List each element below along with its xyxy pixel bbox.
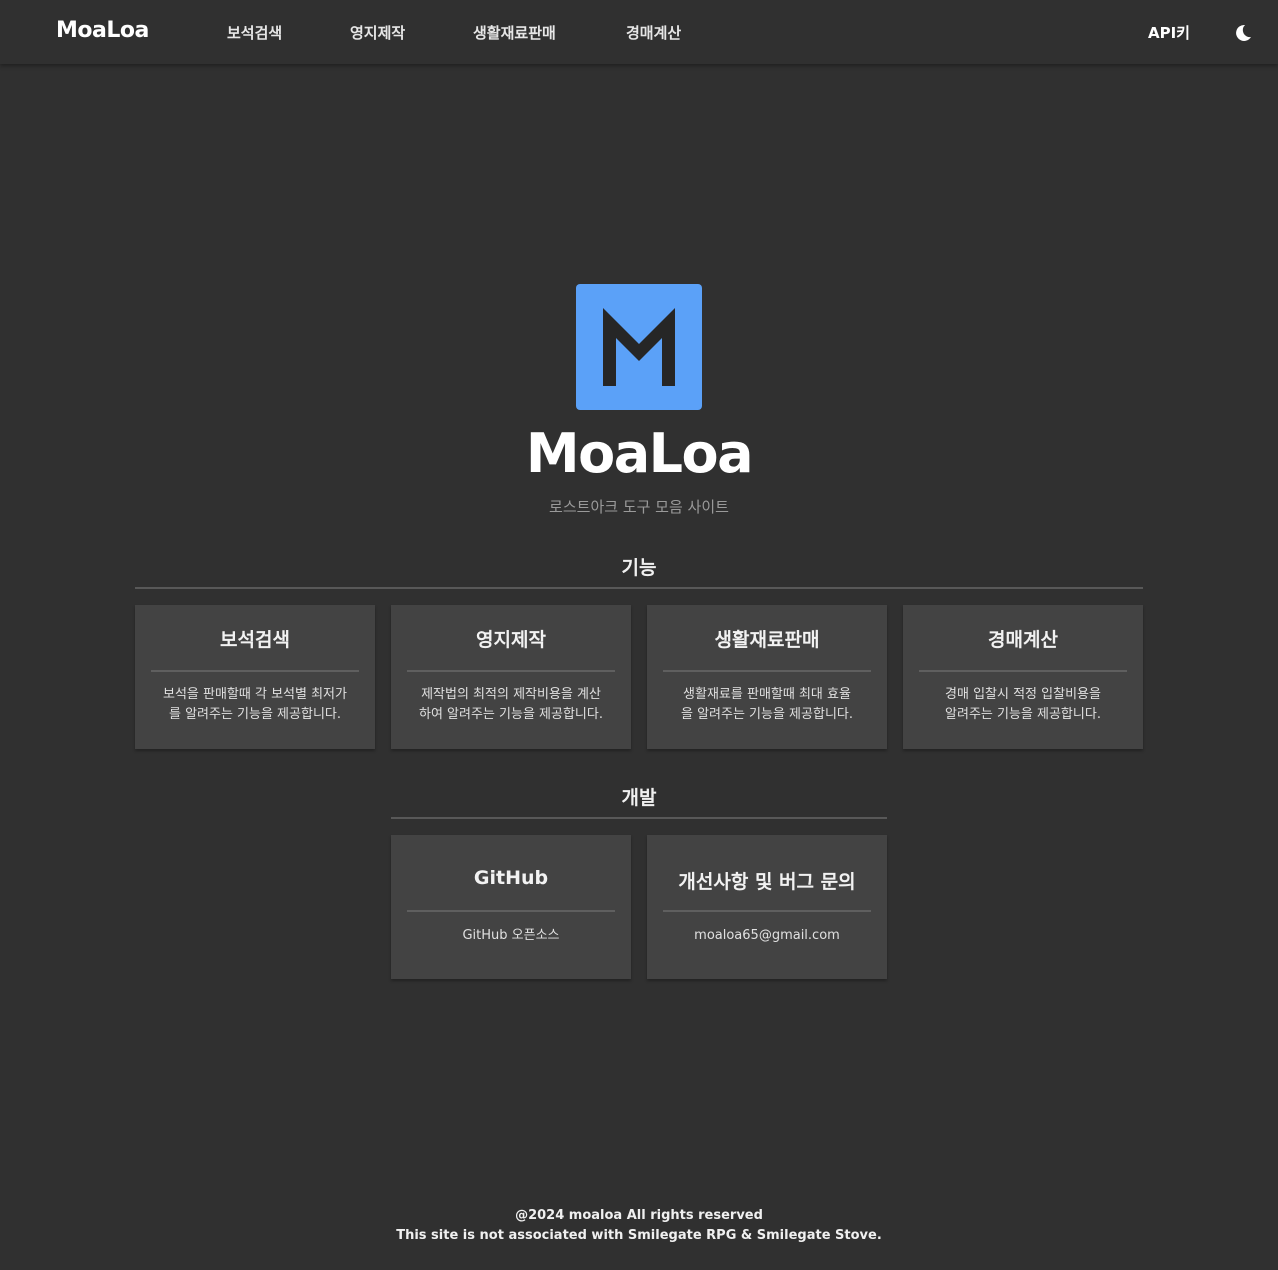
- brand-logo-link[interactable]: MoaLoa: [56, 18, 149, 43]
- card-divider: [919, 670, 1127, 672]
- feature-card-estate-craft[interactable]: 영지제작 제작법의 최적의 제작비용을 계산 하여 알려주는 기능을 제공합니다…: [391, 605, 631, 749]
- card-title: 영지제작: [476, 629, 546, 651]
- card-description: moaloa65@gmail.com: [694, 928, 840, 943]
- feature-card-auction-calc[interactable]: 경매계산 경매 입찰시 적정 입찰비용을 알려주는 기능을 제공합니다.: [903, 605, 1143, 749]
- card-divider: [407, 670, 615, 672]
- card-description: 보석을 판매할때 각 보석별 최저가 를 알려주는 기능을 제공합니다.: [151, 685, 359, 725]
- card-desc-line: 생활재료를 판매할때 최대 효율: [683, 687, 851, 702]
- card-divider: [407, 910, 615, 912]
- hero-logo: [576, 284, 702, 410]
- feature-card-jewel-search[interactable]: 보석검색 보석을 판매할때 각 보석별 최저가 를 알려주는 기능을 제공합니다…: [135, 605, 375, 749]
- card-title: 경매계산: [988, 629, 1058, 651]
- api-key-link[interactable]: API키: [1148, 22, 1190, 43]
- dev-card-github[interactable]: GitHub GitHub 오픈소스: [391, 835, 631, 979]
- development-divider: [391, 817, 887, 819]
- nav-link-jewel-search[interactable]: 보석검색: [227, 22, 282, 43]
- moon-icon[interactable]: [1232, 22, 1254, 44]
- card-title: 생활재료판매: [714, 629, 820, 651]
- card-desc-line: 알려주는 기능을 제공합니다.: [945, 707, 1101, 722]
- card-desc-line: 을 알려주는 기능을 제공합니다.: [680, 707, 853, 722]
- features-heading: 기능: [621, 557, 657, 579]
- nav-link-estate-craft[interactable]: 영지제작: [350, 22, 405, 43]
- hero-subtitle: 로스트아크 도구 모음 사이트: [549, 498, 729, 516]
- card-desc-line: 보석을 판매할때 각 보석별 최저가: [163, 687, 347, 702]
- card-description: GitHub 오픈소스: [462, 928, 560, 943]
- card-desc-line: 제작법의 최적의 제작비용을 계산: [421, 687, 601, 702]
- footer-copyright: @2024 moaloa All rights reserved: [515, 1208, 763, 1223]
- nav-link-life-material-sale[interactable]: 생활재료판매: [473, 22, 556, 43]
- card-description: 제작법의 최적의 제작비용을 계산 하여 알려주는 기능을 제공합니다.: [407, 685, 615, 725]
- card-title: 보석검색: [220, 629, 290, 651]
- dev-card-bug-report[interactable]: 개선사항 및 버그 문의 moaloa65@gmail.com: [647, 835, 887, 979]
- card-description: 경매 입찰시 적정 입찰비용을 알려주는 기능을 제공합니다.: [919, 685, 1127, 725]
- footer-disclaimer: This site is not associated with Smilega…: [396, 1228, 882, 1243]
- card-title: 개선사항 및 버그 문의: [678, 871, 856, 893]
- card-divider: [663, 670, 871, 672]
- card-description: 생활재료를 판매할때 최대 효율 을 알려주는 기능을 제공합니다.: [663, 685, 871, 725]
- card-desc-line: 를 알려주는 기능을 제공합니다.: [168, 707, 341, 722]
- card-desc-line: 하여 알려주는 기능을 제공합니다.: [419, 707, 603, 722]
- card-title: GitHub: [473, 867, 549, 889]
- card-desc-line: 경매 입찰시 적정 입찰비용을: [945, 687, 1101, 702]
- top-nav: MoaLoa 보석검색 영지제작 생활재료판매 경매계산 API키: [0, 0, 1278, 64]
- development-heading: 개발: [621, 787, 657, 809]
- feature-card-life-material-sale[interactable]: 생활재료판매 생활재료를 판매할때 최대 효율 을 알려주는 기능을 제공합니다…: [647, 605, 887, 749]
- nav-link-auction-calc[interactable]: 경매계산: [626, 22, 681, 43]
- hero-title: MoaLoa: [525, 422, 754, 485]
- card-divider: [151, 670, 359, 672]
- features-divider: [135, 587, 1143, 589]
- card-divider: [663, 910, 871, 912]
- footer: @2024 moaloa All rights reserved This si…: [0, 1206, 1278, 1246]
